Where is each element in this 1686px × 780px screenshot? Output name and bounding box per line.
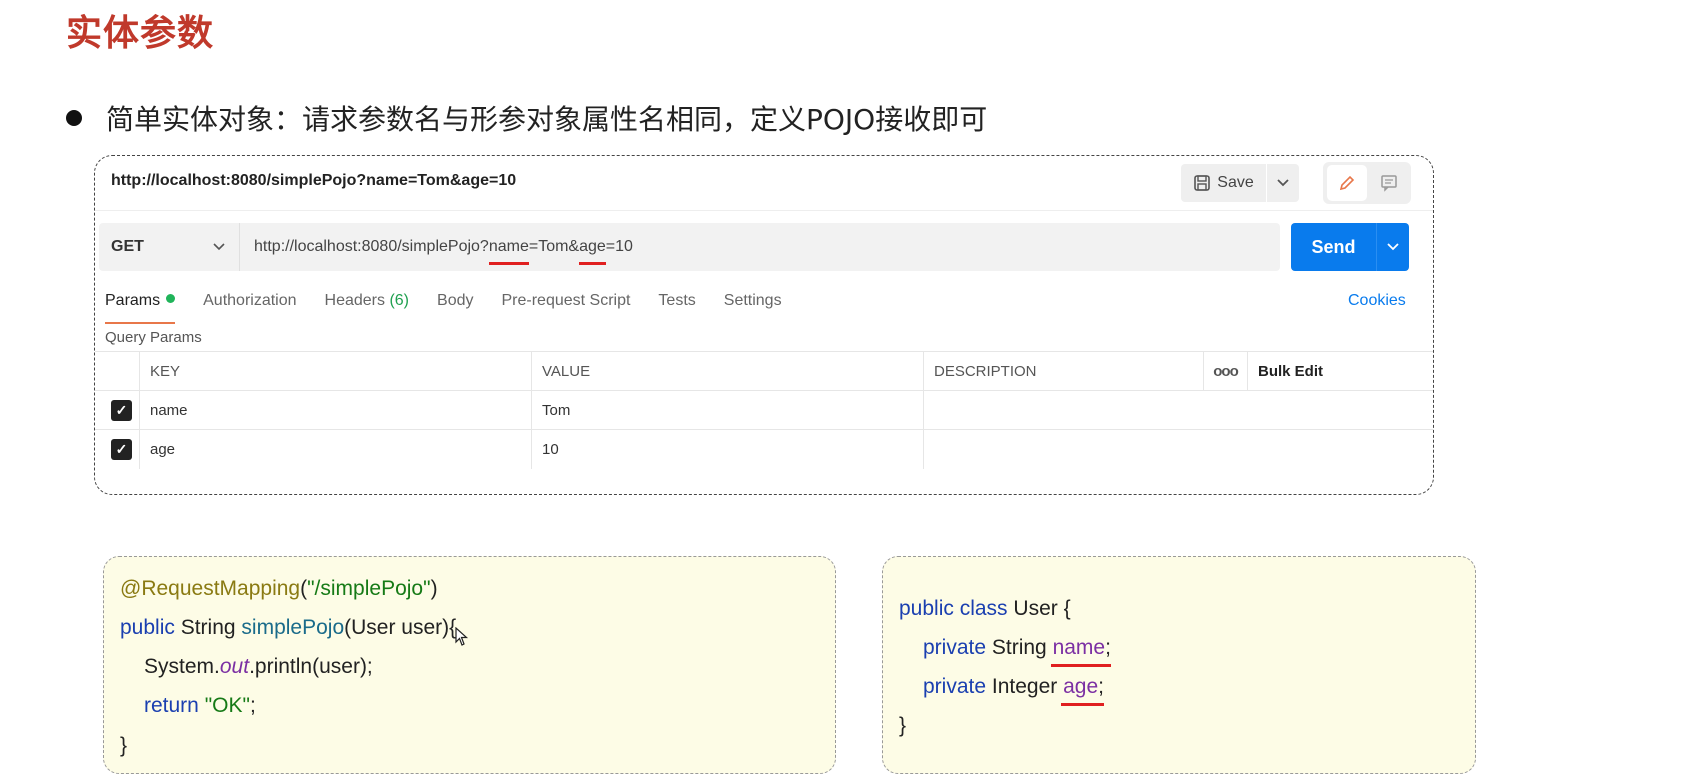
request-tabs: Params Authorization Headers (6) Body Pr…	[105, 292, 810, 324]
tab-label: Params	[105, 292, 161, 309]
tab-tests[interactable]: Tests	[658, 292, 695, 310]
comment-icon	[1381, 175, 1397, 192]
url-param-age: age	[579, 238, 606, 265]
param-description[interactable]	[923, 430, 1433, 469]
description-header: DESCRIPTION	[923, 352, 1203, 391]
url-param-name: name	[488, 238, 529, 265]
code-field-age: age	[1063, 675, 1099, 698]
postman-panel: http://localhost:8080/simplePojo?name=To…	[94, 155, 1434, 495]
param-value[interactable]: Tom	[531, 391, 923, 430]
code-line: public String simplePojo(User user){	[120, 616, 456, 640]
code-line: }	[120, 734, 127, 758]
code-token: (User user){	[344, 616, 457, 639]
code-token: }	[899, 714, 907, 737]
code-token: .println(user);	[249, 655, 373, 678]
code-string: "/simplePojo"	[307, 577, 431, 600]
more-options-button[interactable]: ooo	[1203, 352, 1247, 391]
url-part: http://localhost:8080/simplePojo?	[254, 238, 489, 255]
code-string: "OK"	[198, 694, 250, 717]
slide-title: 实体参数	[66, 13, 215, 54]
tab-prerequest-script[interactable]: Pre-request Script	[501, 292, 630, 310]
save-label: Save	[1217, 174, 1254, 191]
request-tab-title[interactable]: http://localhost:8080/simplePojo?name=To…	[111, 172, 516, 190]
url-input[interactable]: http://localhost:8080/simplePojo? name =To…	[240, 223, 1280, 271]
comments-button[interactable]	[1371, 165, 1407, 201]
method-value: GET	[111, 238, 144, 255]
tab-settings[interactable]: Settings	[724, 292, 782, 310]
code-keyword: public class	[899, 597, 1008, 620]
code-token: )	[430, 577, 438, 600]
row-checkbox[interactable]: ✓	[111, 439, 132, 460]
url-part: =Tom&	[528, 238, 580, 255]
code-token: ;	[1098, 675, 1104, 698]
code-line: public class User {	[899, 597, 1071, 621]
code-line: return "OK";	[144, 694, 256, 718]
code-keyword: public	[120, 616, 175, 639]
row-checkbox[interactable]: ✓	[111, 400, 132, 421]
request-tab-bar: http://localhost:8080/simplePojo?name=To…	[95, 156, 1433, 211]
chevron-down-icon	[213, 243, 225, 251]
tab-label: Headers	[324, 292, 385, 309]
save-button[interactable]: Save	[1181, 164, 1266, 202]
method-select[interactable]: GET	[99, 223, 240, 271]
code-token: String	[986, 636, 1053, 659]
param-description[interactable]	[923, 391, 1433, 430]
active-dot-icon	[166, 294, 176, 303]
code-annotation: @RequestMapping	[120, 577, 301, 600]
bullet-line: 简单实体对象：请求参数名与形参对象属性名相同，定义POJO接收即可	[66, 98, 987, 138]
code-keyword: private	[923, 675, 987, 698]
code-token: User {	[1007, 597, 1071, 620]
code-token: String	[174, 616, 242, 639]
mouse-cursor-icon	[455, 627, 469, 646]
code-line: @RequestMapping("/simplePojo")	[120, 577, 438, 601]
controller-code-box: @RequestMapping("/simplePojo") public St…	[103, 556, 836, 774]
code-token: System.	[144, 655, 220, 678]
headers-count: (6)	[389, 292, 410, 309]
code-token: ;	[1105, 636, 1111, 659]
save-dropdown-button[interactable]	[1267, 164, 1299, 202]
tab-headers[interactable]: Headers (6)	[325, 292, 410, 310]
value-header: VALUE	[531, 352, 923, 391]
code-keyword: private	[923, 636, 987, 659]
send-dropdown-button[interactable]	[1376, 223, 1409, 271]
tab-authorization[interactable]: Authorization	[203, 292, 296, 310]
bulk-edit-button[interactable]: Bulk Edit	[1247, 352, 1433, 391]
code-line: private Integer age;	[923, 675, 1104, 699]
table-row: ✓ name Tom	[95, 390, 1433, 430]
chevron-down-icon	[1277, 179, 1289, 187]
cookies-link[interactable]: Cookies	[1348, 292, 1406, 310]
table-header-row: KEY VALUE DESCRIPTION ooo Bulk Edit	[95, 351, 1433, 391]
table-row: ✓ age 10	[95, 429, 1433, 469]
url-part: =10	[605, 238, 633, 255]
tab-params[interactable]: Params	[105, 292, 176, 324]
user-class-code-box: public class User { private String name;…	[882, 556, 1476, 774]
code-line: }	[899, 714, 906, 738]
code-field-name: name	[1052, 636, 1106, 659]
code-token: ;	[249, 694, 256, 717]
query-params-label: Query Params	[105, 329, 202, 346]
key-header: KEY	[139, 352, 531, 391]
save-icon	[1194, 175, 1211, 191]
code-line: System.out.println(user);	[144, 655, 373, 679]
chevron-down-icon	[1387, 243, 1399, 251]
send-button[interactable]: Send	[1291, 223, 1376, 271]
edit-mode-button[interactable]	[1327, 165, 1367, 201]
code-token: }	[120, 734, 128, 757]
code-method-name: simplePojo	[241, 616, 345, 639]
pencil-icon	[1339, 175, 1355, 191]
code-line: private String name;	[923, 636, 1111, 660]
param-value[interactable]: 10	[531, 430, 923, 469]
code-static-field: out	[219, 655, 250, 678]
code-keyword: return	[144, 694, 199, 717]
bullet-dot-icon	[66, 110, 82, 126]
param-key[interactable]: name	[139, 391, 531, 430]
tab-body[interactable]: Body	[437, 292, 473, 310]
code-token: Integer	[986, 675, 1064, 698]
param-key[interactable]: age	[139, 430, 531, 469]
bullet-text: 简单实体对象：请求参数名与形参对象属性名相同，定义POJO接收即可	[106, 103, 988, 136]
